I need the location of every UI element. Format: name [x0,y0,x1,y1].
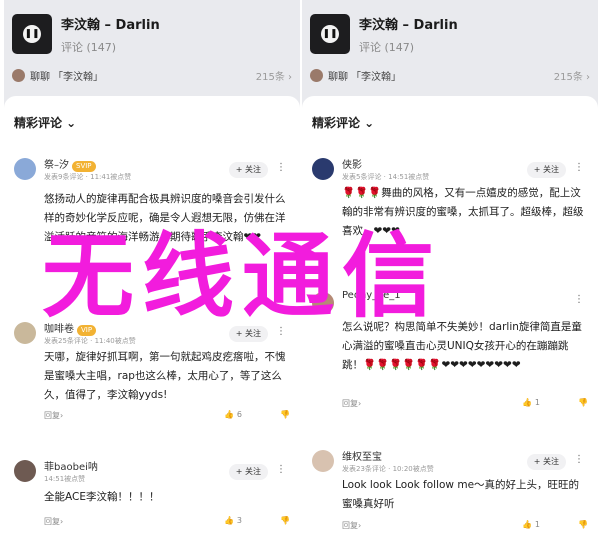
album-cover[interactable]: ❚❚ [310,14,350,54]
more-icon[interactable]: ⋮ [574,294,584,305]
chat-tag: 「李汶翰」 [351,71,401,83]
chat-room-link[interactable]: 聊聊 「李汶翰」 215条 › [12,66,292,84]
comment-meta: 14:51被点赞 [44,475,86,483]
comment-count: 评论 (147) [61,40,117,54]
comment-meta: 发表23条评论 · 10:20被点赞 [342,465,434,473]
like-button[interactable]: 👍 6 [224,410,242,419]
avatar[interactable] [312,158,334,180]
follow-button[interactable]: + 关注 [228,162,268,178]
like-button[interactable]: 👍 1 [522,398,540,407]
chat-label: 聊聊 [328,71,348,83]
thumbs-up-icon: 👍 [224,516,235,525]
comment-text: 天哪，旋律好抓耳啊，第一句就起鸡皮疙瘩啦，不愧是蜜嗓大主唱，rap也这么棒，太用… [44,351,286,401]
dislike-icon[interactable]: 👎 [578,398,588,407]
more-icon[interactable]: ⋮ [276,464,286,475]
chat-label: 聊聊 [30,71,50,83]
dislike-icon[interactable]: 👎 [280,410,290,419]
like-button[interactable]: 👍 3 [224,516,242,525]
comment-actions: 回复› 👍 3 👎 [44,516,290,530]
song-title: 李汶翰 – Darlin [61,17,160,33]
more-icon[interactable]: ⋮ [574,454,584,465]
featured-comments-heading[interactable]: 精彩评论 ⌄ [14,114,76,131]
avatar[interactable] [14,460,36,482]
comment-meta: 发表5条评论 · 14:51被点赞 [342,173,430,181]
avatar [310,68,323,82]
comment-meta: 发表9条评论 · 11:41被点赞 [44,173,132,181]
watermark-overlay-text: 无线通信 [42,223,443,330]
avatar[interactable] [312,450,334,472]
more-icon[interactable]: ⋮ [276,162,286,173]
like-button[interactable]: 👍 1 [522,520,540,529]
pause-icon[interactable]: ❚❚ [23,25,41,43]
album-cover[interactable]: ❚❚ [12,14,52,54]
chat-count: 215条 › [553,71,590,83]
thumbs-up-icon: 👍 [224,410,235,419]
song-header[interactable]: ❚❚ 李汶翰 – Darlin 评论 (147) [310,12,458,56]
follow-button[interactable]: + 关注 [526,454,566,470]
username[interactable]: 菲baobei呐 [44,458,98,473]
thumbs-up-icon: 👍 [522,398,533,407]
avatar[interactable] [14,322,36,344]
comment-actions: 回复› 👍 6 👎 [44,410,290,424]
chat-tag: 「李汶翰」 [53,71,103,83]
song-title: 李汶翰 – Darlin [359,17,458,33]
vip-badge: SVIP [72,161,96,172]
reply-button[interactable]: 回复› [342,520,361,531]
comment-actions: 回复› 👍 1 👎 [342,520,588,534]
more-icon[interactable]: ⋮ [574,162,584,173]
reply-button[interactable]: 回复› [342,398,361,409]
comment-count: 评论 (147) [359,40,415,54]
featured-comments-heading[interactable]: 精彩评论 ⌄ [312,114,374,131]
username[interactable]: 侠影 [342,156,362,171]
comment-meta: 发表25条评论 · 11:40被点赞 [44,337,136,345]
comment-actions: 回复› 👍 1 👎 [342,398,588,412]
follow-button[interactable]: + 关注 [228,464,268,480]
dislike-icon[interactable]: 👎 [280,516,290,525]
reply-button[interactable]: 回复› [44,410,63,421]
username[interactable]: 维权至宝 [342,448,382,463]
dislike-icon[interactable]: 👎 [578,520,588,529]
comment-text: Look look Look follow me～真的好上头，旺旺的蜜嗓真好听 [342,479,580,510]
reply-button[interactable]: 回复› [44,516,63,527]
follow-button[interactable]: + 关注 [526,162,566,178]
chat-room-link[interactable]: 聊聊 「李汶翰」 215条 › [310,66,590,84]
pause-icon[interactable]: ❚❚ [321,25,339,43]
comment-text: 全能ACE李汶翰！！！！ [44,491,160,503]
song-header[interactable]: ❚❚ 李汶翰 – Darlin 评论 (147) [12,12,160,56]
username[interactable]: 祭–汐 SVIP [44,156,96,172]
avatar[interactable] [14,158,36,180]
avatar [12,68,25,82]
chat-count: 215条 › [255,71,292,83]
thumbs-up-icon: 👍 [522,520,533,529]
